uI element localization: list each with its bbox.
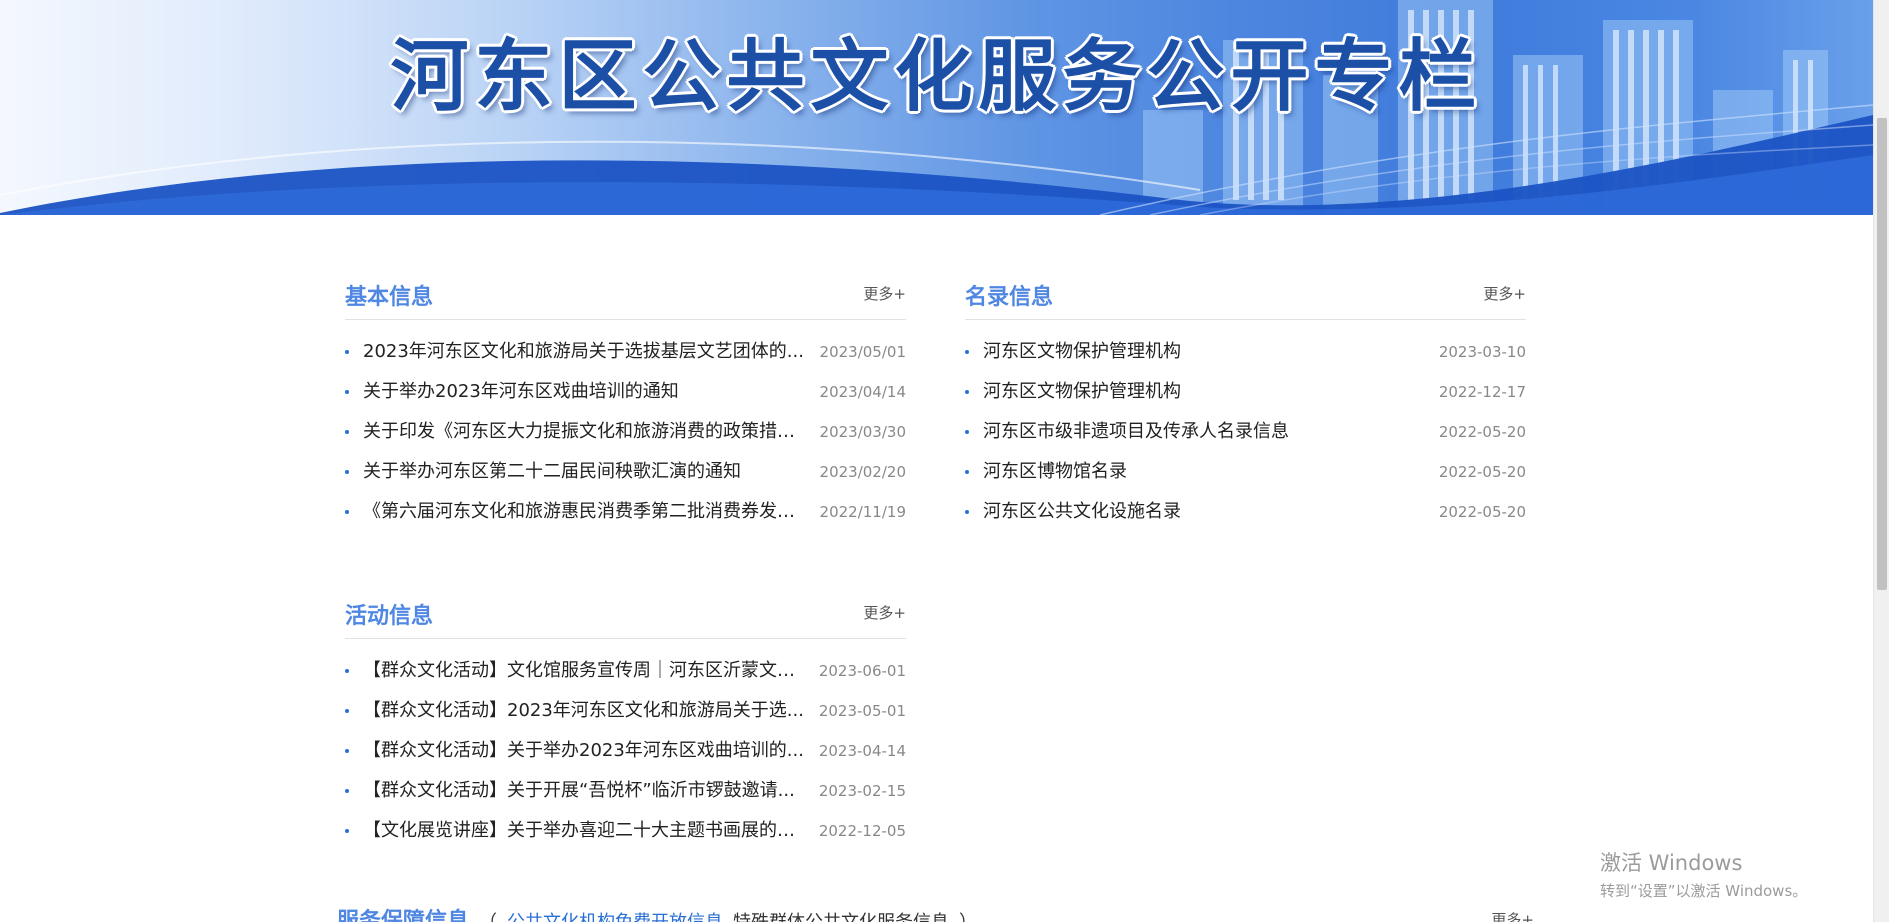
list-item[interactable]: 【群众文化活动】关于举办2023年河东区戏曲培训的... 2023-04-14 — [345, 731, 906, 771]
list-item[interactable]: 河东区公共文化设施名录 2022-05-20 — [965, 492, 1526, 532]
watermark-line-1: 激活 Windows — [1600, 851, 1743, 875]
item-title[interactable]: 【群众文化活动】关于举办2023年河东区戏曲培训的... — [363, 731, 811, 771]
item-date: 2022-12-05 — [818, 822, 906, 840]
item-date: 2022-05-20 — [1438, 423, 1526, 441]
item-title[interactable]: 关于印发《河东区大力提振文化和旅游消费的政策措施... — [363, 412, 811, 452]
list-item[interactable]: 【群众文化活动】2023年河东区文化和旅游局关于选... 2023-05-01 — [345, 691, 906, 731]
item-date: 2022-05-20 — [1438, 503, 1526, 521]
list-item[interactable]: 【文化展览讲座】关于举办喜迎二十大主题书画展的通... 2022-12-05 — [345, 811, 906, 851]
item-title[interactable]: 河东区公共文化设施名录 — [983, 492, 1431, 532]
item-title[interactable]: 【群众文化活动】2023年河东区文化和旅游局关于选... — [363, 691, 811, 731]
section-basic-info: 基本信息 更多+ 2023年河东区文化和旅游局关于选拔基层文艺团体的... 202… — [345, 275, 906, 532]
bullet-icon — [965, 350, 969, 354]
item-title[interactable]: 河东区文物保护管理机构 — [983, 372, 1431, 412]
list-item[interactable]: 关于举办2023年河东区戏曲培训的通知 2023/04/14 — [345, 372, 906, 412]
bullet-icon — [345, 470, 349, 474]
item-title[interactable]: 关于举办2023年河东区戏曲培训的通知 — [363, 372, 811, 412]
item-title[interactable]: 河东区市级非遗项目及传承人名录信息 — [983, 412, 1431, 452]
tab-bracket-open: （ — [479, 912, 497, 922]
section-directory-info: 名录信息 更多+ 河东区文物保护管理机构 2023-03-10 河东区文物保护管理… — [965, 275, 1526, 532]
section-header: 活动信息 更多+ — [345, 594, 906, 639]
item-title[interactable]: 关于举办河东区第二十二届民间秧歌汇演的通知 — [363, 452, 811, 492]
more-link[interactable]: 更多+ — [863, 283, 906, 304]
news-list: 河东区文物保护管理机构 2023-03-10 河东区文物保护管理机构 2022-12… — [965, 332, 1526, 532]
item-date: 2023/05/01 — [819, 343, 906, 361]
bullet-icon — [965, 390, 969, 394]
bullet-icon — [345, 510, 349, 514]
vertical-scrollbar[interactable] — [1873, 0, 1889, 922]
bullet-icon — [345, 390, 349, 394]
item-title[interactable]: 《第六届河东文化和旅游惠民消费季第二批消费券发放... — [363, 492, 811, 532]
item-date: 2022/11/19 — [819, 503, 906, 521]
bullet-icon — [345, 430, 349, 434]
news-list: 【群众文化活动】文化馆服务宣传周｜河东区沂蒙文艺... 2023-06-01 【群… — [345, 651, 906, 851]
watermark-line-2: 转到“设置”以激活 Windows。 — [1600, 882, 1808, 900]
bullet-icon — [965, 430, 969, 434]
item-title[interactable]: 【群众文化活动】文化馆服务宣传周｜河东区沂蒙文艺... — [363, 651, 811, 691]
item-date: 2022-05-20 — [1438, 463, 1526, 481]
section-header: 基本信息 更多+ — [345, 275, 906, 320]
list-item[interactable]: 2023年河东区文化和旅游局关于选拔基层文艺团体的... 2023/05/01 — [345, 332, 906, 372]
item-title[interactable]: 河东区博物馆名录 — [983, 452, 1431, 492]
item-date: 2023-06-01 — [818, 662, 906, 680]
bullet-icon — [345, 829, 349, 833]
list-item[interactable]: 【群众文化活动】关于开展“吾悦杯”临沂市锣鼓邀请... 2023-02-15 — [345, 771, 906, 811]
list-item[interactable]: 河东区文物保护管理机构 2023-03-10 — [965, 332, 1526, 372]
item-title[interactable]: 【群众文化活动】关于开展“吾悦杯”临沂市锣鼓邀请... — [363, 771, 811, 811]
item-date: 2023-03-10 — [1438, 343, 1526, 361]
section-title: 基本信息 — [345, 285, 434, 310]
more-link[interactable]: 更多+ — [1491, 909, 1534, 922]
list-item[interactable]: 河东区博物馆名录 2022-05-20 — [965, 452, 1526, 492]
item-date: 2023-05-01 — [818, 702, 906, 720]
section-title: 服务保障信息 — [337, 909, 470, 922]
bullet-icon — [345, 789, 349, 793]
bullet-icon — [345, 669, 349, 673]
item-date: 2022-12-17 — [1438, 383, 1526, 401]
news-list: 2023年河东区文化和旅游局关于选拔基层文艺团体的... 2023/05/01 关… — [345, 332, 906, 532]
bullet-icon — [345, 749, 349, 753]
section-service-info-header: 服务保障信息 （ 公共文化机构免费开放信息特殊群体公共文化服务信息 ） 更多+ — [337, 903, 1534, 922]
item-date: 2023/04/14 — [819, 383, 906, 401]
more-link[interactable]: 更多+ — [863, 602, 906, 623]
banner-wave-graphic — [0, 104, 1873, 215]
bullet-icon — [965, 470, 969, 474]
item-title[interactable]: 【文化展览讲座】关于举办喜迎二十大主题书画展的通... — [363, 811, 811, 851]
bullet-icon — [965, 510, 969, 514]
more-link[interactable]: 更多+ — [1483, 283, 1526, 304]
tab-free-opening-info[interactable]: 公共文化机构免费开放信息 — [507, 912, 723, 922]
bullet-icon — [345, 350, 349, 354]
section-header: 名录信息 更多+ — [965, 275, 1526, 320]
list-item[interactable]: 关于举办河东区第二十二届民间秧歌汇演的通知 2023/02/20 — [345, 452, 906, 492]
windows-activation-watermark: 激活 Windows 转到“设置”以激活 Windows。 — [1600, 847, 1807, 901]
list-item[interactable]: 《第六届河东文化和旅游惠民消费季第二批消费券发放... 2022/11/19 — [345, 492, 906, 532]
banner: 河东区公共文化服务公开专栏 — [0, 0, 1873, 215]
section-title: 活动信息 — [345, 604, 434, 629]
section-title: 名录信息 — [965, 285, 1054, 310]
item-date: 2023/03/30 — [819, 423, 906, 441]
list-item[interactable]: 关于印发《河东区大力提振文化和旅游消费的政策措施... 2023/03/30 — [345, 412, 906, 452]
tab-bracket-close: ） — [959, 912, 977, 922]
section-activity-info: 活动信息 更多+ 【群众文化活动】文化馆服务宣传周｜河东区沂蒙文艺... 2023… — [345, 594, 906, 851]
tab-special-groups-info[interactable]: 特殊群体公共文化服务信息 — [733, 912, 949, 922]
item-date: 2023-02-15 — [818, 782, 906, 800]
list-item[interactable]: 河东区市级非遗项目及传承人名录信息 2022-05-20 — [965, 412, 1526, 452]
item-date: 2023-04-14 — [818, 742, 906, 760]
bullet-icon — [345, 709, 349, 713]
item-title[interactable]: 2023年河东区文化和旅游局关于选拔基层文艺团体的... — [363, 332, 811, 372]
scrollbar-thumb[interactable] — [1877, 118, 1887, 590]
item-title[interactable]: 河东区文物保护管理机构 — [983, 332, 1431, 372]
item-date: 2023/02/20 — [819, 463, 906, 481]
list-item[interactable]: 【群众文化活动】文化馆服务宣传周｜河东区沂蒙文艺... 2023-06-01 — [345, 651, 906, 691]
list-item[interactable]: 河东区文物保护管理机构 2022-12-17 — [965, 372, 1526, 412]
